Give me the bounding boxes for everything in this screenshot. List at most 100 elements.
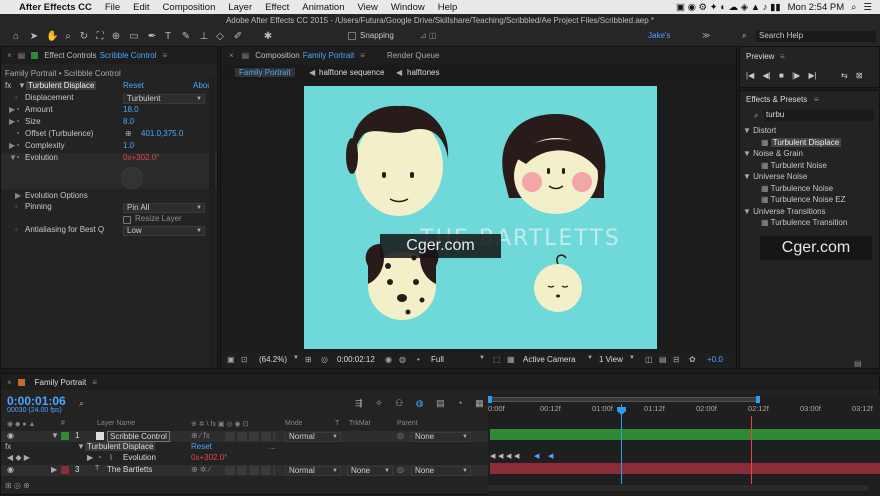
shy-icon[interactable]: ⚇ [395,398,403,408]
composition-label[interactable]: Composition [255,51,299,60]
evolution-value[interactable]: 0x+302.0° [123,153,159,162]
mode-dropdown[interactable]: Normal [285,432,341,442]
camera-dropdown[interactable]: Active Camera [523,355,575,364]
parent-dropdown[interactable]: None [411,466,471,476]
lock-icon[interactable]: ▤ [18,51,26,60]
menu-effect[interactable]: Effect [265,2,289,13]
views-dropdown[interactable]: 1 View [599,355,623,364]
search-icon[interactable]: ⌕ [851,2,856,13]
flow-halftone-sequence[interactable]: halftone sequence [319,68,384,77]
stop-icon[interactable]: ■ [779,71,784,80]
search-icon[interactable]: ⌕ [79,398,84,409]
work-area-end[interactable] [756,396,760,403]
camera-icon[interactable]: ◉ [385,355,392,364]
timeline-footer-icons[interactable]: ⊞ ◎ ⊕ [5,481,30,490]
menu-composition[interactable]: Composition [163,2,216,13]
loop-icon[interactable]: ⇆ [841,71,848,80]
workspace-menu-icon[interactable]: ≫ [702,31,710,40]
roto-tool-icon[interactable]: ✐ [232,31,244,43]
menu-window[interactable]: Window [391,2,425,13]
expand-triangle-icon[interactable]: ▼ [18,81,26,90]
layer-switches[interactable]: ⊕ ✲ ∕ [191,465,210,474]
fx-icon[interactable]: fx [5,81,11,90]
keyframe-marker[interactable]: ◀ [490,452,495,460]
work-area-bar[interactable] [488,397,760,402]
expand-triangle-icon[interactable]: ▶ [15,191,21,200]
zoom-dropdown[interactable]: (64.2%) [259,355,287,364]
tree-item-turbulence-noise-ez[interactable]: ▦ Turbulence Noise EZ [743,195,873,207]
keyframe-marker[interactable]: ◀ [534,452,539,460]
effect-header-row[interactable]: fx ▼ Turbulent Displace Reset Abou [1,81,217,93]
complexity-value[interactable]: 1.0 [123,141,134,150]
layer-3-bar[interactable] [490,463,880,474]
search-help-field[interactable]: Search Help [756,31,876,42]
comp-timecode[interactable]: 0:00:02:12 [337,355,375,364]
col-parent[interactable]: Parent [397,420,418,427]
dropdown-arrow-icon[interactable]: ▼ [479,355,485,361]
stopwatch-icon[interactable]: ◔ [15,141,20,150]
time-ruler[interactable]: 0:00f 00:12f 01:00f 01:12f 02:00f 02:12f 03:00… [488,404,880,416]
pan-behind-icon[interactable]: ⊕ [110,31,122,43]
settings-icon[interactable]: ⊠ [856,71,863,80]
antialiasing-dropdown[interactable]: Low [123,226,205,236]
tree-group-noise-grain[interactable]: ▼ Noise & Grain [743,149,873,161]
stopwatch-icon[interactable]: ◔ [15,129,20,138]
dropdown-arrow-icon[interactable]: ▼ [629,355,635,361]
tab-render-queue[interactable]: Render Queue [387,51,439,60]
dropdown-arrow-icon[interactable]: ▼ [293,355,299,361]
evolution-row[interactable]: ◀ ◆ ▶ ▶ ◔ ⌇ Evolution 0x+302.0° [1,453,488,464]
resolution-dropdown[interactable]: Full [431,355,444,364]
menu-animation[interactable]: Animation [302,2,344,13]
tree-item-turbulence-transition[interactable]: ▦ Turbulence Transition [743,218,873,230]
exposure-value[interactable]: +0.0 [707,355,723,364]
offset-value[interactable]: 401.0,375.0 [141,129,183,138]
snap-options-icon[interactable]: ⊿ ◫ [420,31,436,40]
effects-search-input[interactable]: turbu [764,110,874,121]
expand-triangle-icon[interactable]: ▶ [87,453,93,462]
stopwatch-icon[interactable]: ◔ [15,117,20,126]
menu-layer[interactable]: Layer [228,2,252,13]
list-icon[interactable]: ☰ [863,2,872,13]
effect-reset-button[interactable]: Reset [191,442,212,451]
resize-layer-checkbox[interactable] [123,216,131,224]
grid-icon[interactable]: ⊞ [305,355,312,364]
search-help-icon[interactable]: ⌕ [742,31,746,41]
flowchart-icon[interactable]: ⊟ [673,355,680,364]
motion-blur-icon[interactable]: ◍ [416,398,424,408]
keyframe-nav-icon[interactable]: ◀ ◆ ▶ [7,453,30,462]
menu-edit[interactable]: Edit [133,2,149,13]
prev-frame-icon[interactable]: ◀| [762,71,770,80]
scrollbar[interactable] [209,77,215,367]
clone-tool-icon[interactable]: ⊥ [198,31,210,43]
col-t[interactable]: T [335,420,339,427]
expand-triangle-icon[interactable]: ▼ [51,431,59,440]
keyframe-marker[interactable]: ◀ [514,452,519,460]
layer-1-bar[interactable] [490,429,880,440]
evolution-dial[interactable] [121,167,143,189]
graph-editor-icon[interactable]: ◔ [457,398,462,408]
dropdown-arrow-icon[interactable]: ▼ [587,355,593,361]
amount-value[interactable]: 18.0 [123,105,139,114]
color-channel-icon[interactable]: ◍ [399,355,406,364]
displacement-dropdown[interactable]: Turbulent [123,94,205,104]
next-frame-icon[interactable]: |▶ [792,71,800,80]
tree-item-turbulent-displace[interactable]: ▦ Turbulent Displace [743,137,873,150]
last-frame-icon[interactable]: ▶| [808,71,816,80]
layer-label-color[interactable] [61,466,69,474]
flow-family-portrait[interactable]: Family Portrait [235,68,295,77]
pen-tool-icon[interactable]: ✒ [146,31,158,43]
zoom-tool-icon[interactable]: ⌕ [62,31,74,43]
switch-boxes[interactable] [225,432,275,441]
keyframe-marker[interactable]: ◀ [548,452,553,460]
col-mode[interactable]: Mode [285,420,303,427]
rotate-tool-icon[interactable]: ↻ [78,31,90,43]
parent-dropdown[interactable]: None [411,432,471,442]
toggle-icon[interactable]: ◫ [645,355,653,364]
draft-3d-icon[interactable]: ✧ [375,398,383,408]
layer-row-3[interactable]: ◉ ▶ 3 T The Bartletts ⊕ ✲ ∕ Normal None … [1,465,488,476]
layer-name[interactable]: The Bartletts [107,465,152,474]
effect-row[interactable]: fx ▼ Turbulent Displace Reset ... [1,442,488,453]
menu-app[interactable]: After Effects CC [19,2,92,13]
first-frame-icon[interactable]: |◀ [746,71,754,80]
reset-button[interactable]: Reset [123,81,144,90]
